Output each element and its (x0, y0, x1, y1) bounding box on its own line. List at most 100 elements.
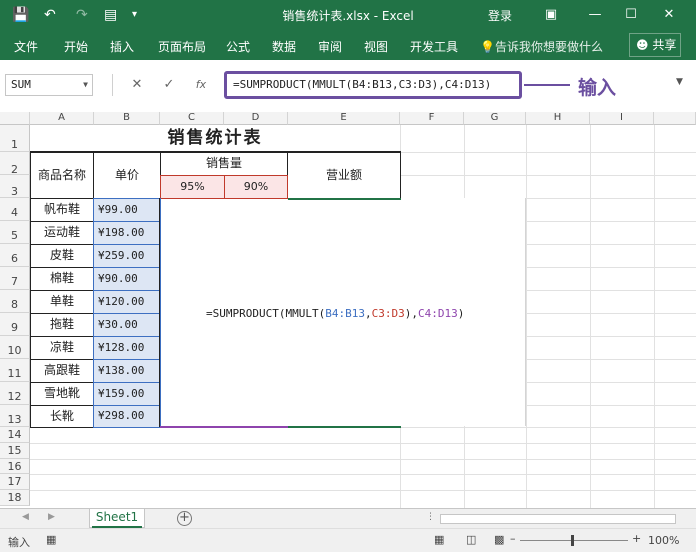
tab-formulas[interactable]: 公式 (226, 38, 250, 55)
cancel-icon[interactable]: ✕ (128, 76, 146, 94)
share-button[interactable]: ☻ 共享 (629, 33, 681, 57)
price-cell[interactable]: ¥128.00 (93, 336, 161, 360)
tab-developer[interactable]: 开发工具 (410, 38, 458, 55)
row-header-10[interactable]: 10 (0, 336, 30, 359)
spreadsheet-grid[interactable]: A B C D E F G H I 1 2 3 4 5 6 7 8 9 10 1… (0, 112, 696, 508)
plus-circle-icon[interactable]: + (177, 511, 192, 526)
product-cell[interactable]: 棉鞋 (30, 267, 94, 291)
zoom-percent[interactable]: 100% (648, 534, 679, 547)
tab-review[interactable]: 审阅 (318, 38, 342, 55)
product-cell[interactable]: 运动鞋 (30, 221, 94, 245)
column-header-i[interactable]: I (590, 112, 654, 125)
tab-home[interactable]: 开始 (64, 38, 88, 55)
price-cell[interactable]: ¥120.00 (93, 290, 161, 314)
page-layout-icon[interactable]: ◫ (466, 533, 476, 546)
select-all-corner[interactable] (0, 112, 30, 125)
table-title[interactable]: 销售统计表 (30, 125, 400, 152)
row-header-16[interactable]: 16 (0, 459, 30, 474)
header-product[interactable]: 商品名称 (30, 152, 94, 199)
normal-view-icon[interactable]: ▦ (434, 533, 444, 546)
product-cell[interactable]: 拖鞋 (30, 313, 94, 337)
scroll-right-icon[interactable]: ▶ (48, 512, 55, 522)
sales-pct-d3[interactable]: 90% (224, 175, 288, 199)
product-cell[interactable]: 帆布鞋 (30, 198, 94, 222)
login-link[interactable]: 登录 (488, 7, 512, 24)
column-header-b[interactable]: B (94, 112, 160, 125)
column-header-c[interactable]: C (160, 112, 224, 125)
formula-input-box[interactable]: =SUMPRODUCT(MMULT(B4:B13,C3:D3),C4:D13) (224, 71, 522, 99)
product-cell[interactable]: 雪地靴 (30, 382, 94, 406)
product-cell[interactable]: 长靴 (30, 405, 94, 428)
price-cell[interactable]: ¥198.00 (93, 221, 161, 245)
cell-formula[interactable]: =SUMPRODUCT(MMULT(B4:B13,C3:D3),C4:D13) (206, 307, 464, 320)
ribbon-display-icon[interactable]: ▣ (538, 4, 564, 26)
tab-data[interactable]: 数据 (272, 38, 296, 55)
row-header-1[interactable]: 1 (0, 125, 30, 152)
row-header-9[interactable]: 9 (0, 313, 30, 336)
zoom-thumb[interactable] (571, 535, 574, 546)
enter-icon[interactable]: ✓ (160, 76, 178, 94)
column-header-e[interactable]: E (288, 112, 400, 125)
close-icon[interactable]: ✕ (656, 4, 682, 26)
tell-me-search[interactable]: 💡告诉我你想要做什么 (480, 38, 603, 55)
column-header-h[interactable]: H (526, 112, 590, 125)
minimize-icon[interactable]: — (582, 4, 608, 26)
row-header-11[interactable]: 11 (0, 359, 30, 382)
header-revenue[interactable]: 营业额 (287, 152, 401, 199)
formula-range-sales: C4:D13 (417, 307, 458, 320)
price-cell[interactable]: ¥99.00 (93, 198, 161, 222)
row-header-8[interactable]: 8 (0, 290, 30, 313)
insert-function-icon[interactable]: fx (192, 76, 210, 94)
row-header-12[interactable]: 12 (0, 382, 30, 405)
tell-me-label: 告诉我你想要做什么 (494, 40, 603, 54)
product-cell[interactable]: 皮鞋 (30, 244, 94, 268)
row-header-14[interactable]: 14 (0, 427, 30, 443)
chevron-down-icon[interactable]: ▼ (676, 77, 683, 87)
product-cell[interactable]: 高跟鞋 (30, 359, 94, 383)
row-header-2[interactable]: 2 (0, 152, 30, 176)
tab-insert[interactable]: 插入 (110, 38, 134, 55)
status-mode: 输入 (8, 536, 30, 549)
zoom-out-icon[interactable]: – (510, 532, 516, 545)
formula-input[interactable]: =SUMPRODUCT(MMULT(B4:B13,C3:D3),C4:D13) (233, 78, 491, 91)
chevron-down-icon[interactable]: ▼ (83, 75, 88, 95)
scroll-left-icon[interactable]: ◀ (22, 512, 29, 522)
column-header-g[interactable]: G (464, 112, 526, 125)
column-header-a[interactable]: A (30, 112, 94, 125)
row-header-18[interactable]: 18 (0, 490, 30, 506)
price-cell[interactable]: ¥159.00 (93, 382, 161, 406)
row-header-5[interactable]: 5 (0, 221, 30, 244)
row-header-4[interactable]: 4 (0, 198, 30, 221)
tab-page-layout[interactable]: 页面布局 (158, 38, 206, 55)
column-header-f[interactable]: F (400, 112, 464, 125)
sales-pct-c3[interactable]: 95% (160, 175, 225, 199)
row-header-6[interactable]: 6 (0, 244, 30, 267)
page-break-icon[interactable]: ▩ (494, 533, 504, 546)
column-header-next (654, 112, 696, 125)
price-cell[interactable]: ¥138.00 (93, 359, 161, 383)
price-cell[interactable]: ¥259.00 (93, 244, 161, 268)
horizontal-scrollbar[interactable] (440, 514, 676, 524)
zoom-slider[interactable] (520, 540, 628, 541)
row-header-3[interactable]: 3 (0, 175, 30, 198)
price-cell[interactable]: ¥90.00 (93, 267, 161, 291)
maximize-icon[interactable]: ☐ (618, 4, 644, 26)
macro-record-icon[interactable]: ▦ (46, 533, 56, 546)
row-header-17[interactable]: 17 (0, 474, 30, 490)
product-cell[interactable]: 单鞋 (30, 290, 94, 314)
header-sales[interactable]: 销售量 (160, 152, 288, 176)
tab-file[interactable]: 文件 (14, 38, 38, 55)
row-header-15[interactable]: 15 (0, 443, 30, 459)
name-box[interactable]: SUM ▼ (5, 74, 93, 96)
status-bar: 输入 ▦ ▦ ◫ ▩ – + 100% (0, 528, 696, 552)
header-price[interactable]: 单价 (93, 152, 161, 199)
row-header-7[interactable]: 7 (0, 267, 30, 290)
tab-view[interactable]: 视图 (364, 38, 388, 55)
column-header-d[interactable]: D (224, 112, 288, 125)
zoom-in-icon[interactable]: + (632, 532, 641, 545)
sheet-options-icon[interactable]: ⋮ (426, 512, 435, 522)
price-cell[interactable]: ¥30.00 (93, 313, 161, 337)
row-header-13[interactable]: 13 (0, 405, 30, 427)
price-cell[interactable]: ¥298.00 (93, 405, 161, 428)
product-cell[interactable]: 凉鞋 (30, 336, 94, 360)
